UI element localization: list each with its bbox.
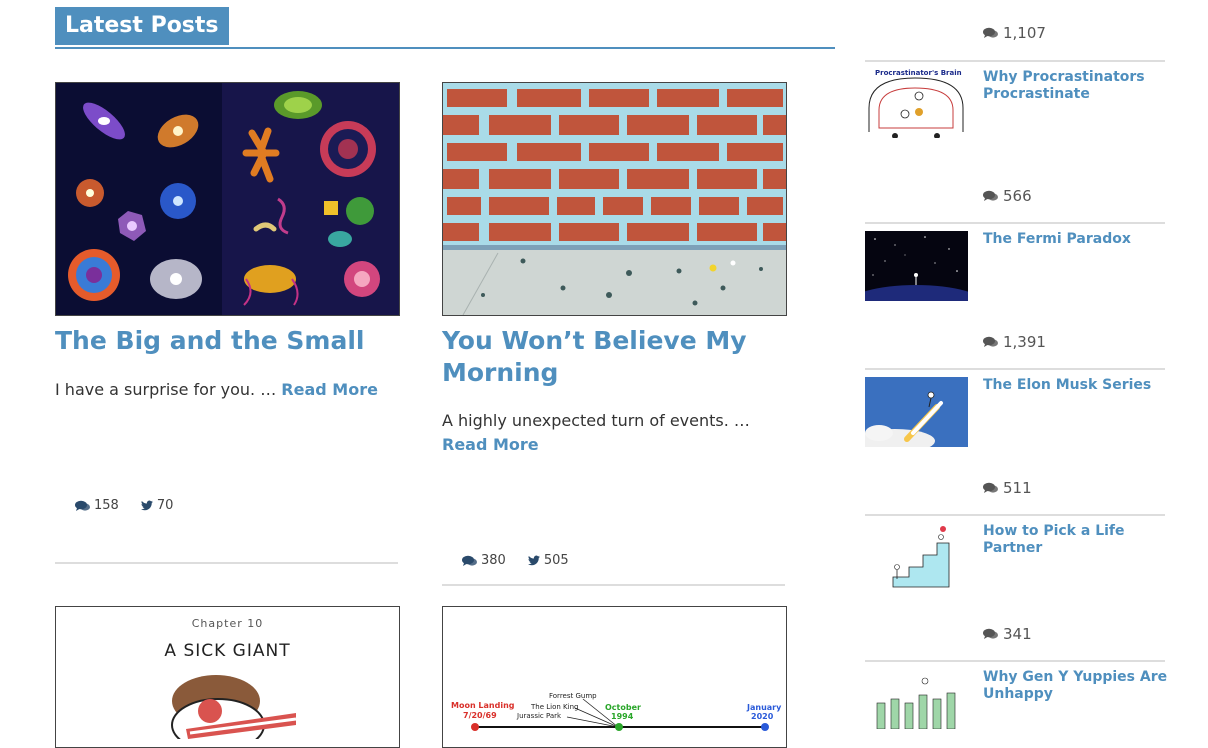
comment-count[interactable]: 1,391 (983, 333, 1046, 351)
sidebar-divider (865, 514, 1165, 516)
sidebar-post: The Fermi Paradox 1,391 (865, 222, 1165, 368)
post-thumbnail[interactable]: Chapter 10 A SICK GIANT (55, 606, 400, 748)
twitter-icon (140, 500, 153, 511)
sidebar-post: Procrastinator's Brain Why Procrastinato… (865, 60, 1165, 222)
comments-icon (983, 482, 998, 493)
comments-icon (462, 555, 477, 566)
comments-icon (983, 336, 998, 347)
post-thumbnail[interactable] (442, 82, 787, 316)
sidebar-post-title[interactable]: How to Pick a Life Partner (983, 523, 1168, 557)
sidebar-post-title[interactable]: Why Gen Y Yuppies Are Unhappy (983, 669, 1168, 703)
comments-icon (983, 628, 998, 639)
post-title[interactable]: You Won’t Believe My Morning (442, 325, 787, 389)
tweet-count-value: 70 (156, 498, 174, 513)
post-excerpt: I have a surprise for you. … Read More (55, 378, 395, 402)
sidebar-post: How to Pick a Life Partner 341 (865, 514, 1165, 660)
post-meta: 380 505 (462, 553, 569, 568)
comment-count[interactable]: 566 (983, 187, 1032, 205)
read-more-link[interactable]: Read More (281, 380, 378, 399)
thumbnail-heading: A SICK GIANT (164, 641, 291, 661)
comments-icon (983, 27, 998, 38)
post-excerpt-text: I have a surprise for you. … (55, 380, 282, 399)
comment-count-value: 341 (1003, 625, 1032, 643)
section-title: Latest Posts (55, 7, 229, 45)
sidebar-thumbnail[interactable] (865, 231, 968, 301)
comments-icon (75, 500, 90, 511)
sidebar-post-title[interactable]: Why Procrastinators Procrastinate (983, 69, 1168, 103)
comments-icon (983, 190, 998, 201)
comment-count-value: 158 (94, 498, 119, 513)
post-thumbnail[interactable]: Moon Landing 7/20/69 Forrest Gump The Li… (442, 606, 787, 748)
sidebar-thumbnail[interactable] (865, 669, 968, 729)
sidebar-divider (865, 60, 1165, 62)
latest-posts-header: Latest Posts (55, 7, 835, 49)
post-meta: 158 70 (75, 498, 173, 513)
sidebar-thumbnail[interactable] (865, 377, 968, 447)
comment-count-value: 1,391 (1003, 333, 1046, 351)
post-divider (442, 584, 785, 586)
post-title[interactable]: The Big and the Small (55, 325, 400, 357)
post-excerpt: A highly unexpected turn of events. … Re… (442, 409, 787, 457)
comment-count-value: 1,107 (1003, 24, 1046, 42)
comment-count[interactable]: 380 (462, 553, 506, 568)
sidebar-divider (865, 368, 1165, 370)
sidebar-divider (865, 660, 1165, 662)
twitter-icon (527, 555, 540, 566)
post-divider (55, 562, 398, 564)
sidebar-thumbnail[interactable] (865, 523, 968, 593)
tweet-count[interactable]: 505 (527, 553, 569, 568)
sidebar-post-title[interactable]: The Elon Musk Series (983, 377, 1168, 394)
sidebar-post: The Elon Musk Series 511 (865, 368, 1165, 514)
sidebar-post: Why Gen Y Yuppies Are Unhappy (865, 660, 1168, 729)
sidebar-top-count[interactable]: 1,107 (983, 24, 1046, 42)
post-thumbnail[interactable] (55, 82, 400, 316)
post-excerpt-text: A highly unexpected turn of events. … (442, 411, 750, 430)
tweet-count[interactable]: 70 (140, 498, 174, 513)
sidebar-post-title[interactable]: The Fermi Paradox (983, 231, 1168, 248)
comment-count-value: 566 (1003, 187, 1032, 205)
comment-count-value: 380 (481, 553, 506, 568)
comment-count[interactable]: 341 (983, 625, 1032, 643)
comment-count-value: 511 (1003, 479, 1032, 497)
read-more-link[interactable]: Read More (442, 435, 539, 454)
sidebar-divider (865, 222, 1165, 224)
tweet-count-value: 505 (543, 553, 569, 568)
thumbnail-chapter: Chapter 10 (191, 617, 264, 630)
sidebar-thumbnail[interactable]: Procrastinator's Brain (865, 68, 968, 138)
comment-count[interactable]: 511 (983, 479, 1032, 497)
comment-count[interactable]: 158 (75, 498, 119, 513)
